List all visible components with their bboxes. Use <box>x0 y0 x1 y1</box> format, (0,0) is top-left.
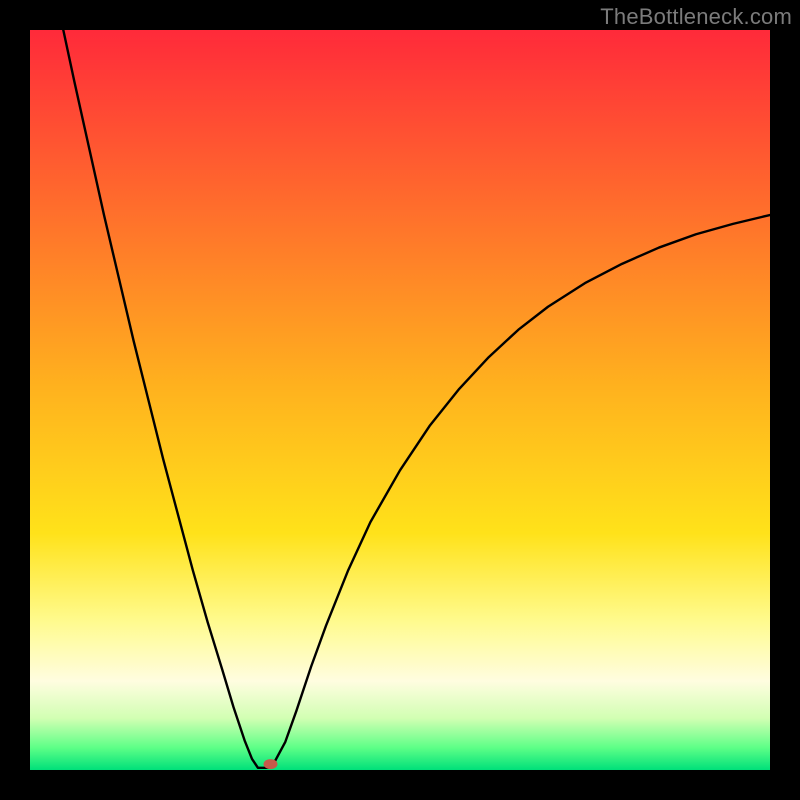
gradient-background <box>30 30 770 770</box>
attribution-text: TheBottleneck.com <box>600 4 792 30</box>
chart-stage: TheBottleneck.com <box>0 0 800 800</box>
plot-area <box>30 30 770 770</box>
optimum-marker <box>264 759 278 769</box>
bottleneck-chart <box>30 30 770 770</box>
